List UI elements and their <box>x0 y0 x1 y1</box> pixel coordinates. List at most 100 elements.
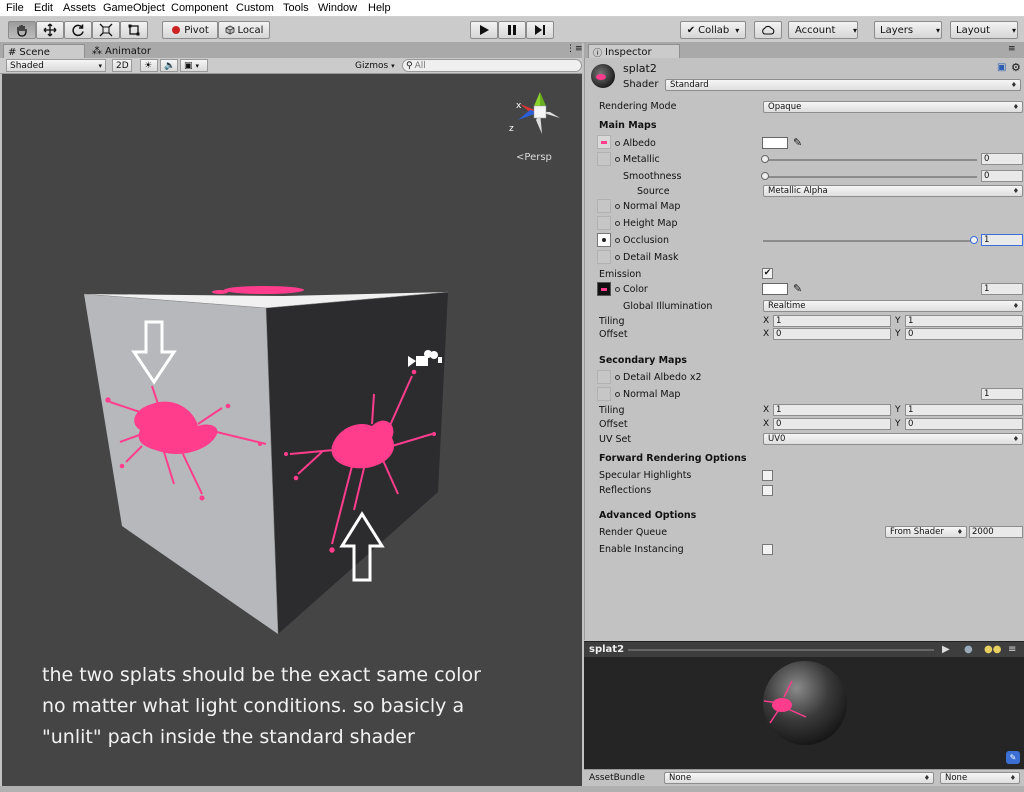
reflections-checkbox[interactable] <box>762 485 773 496</box>
occlusion-slider-track[interactable] <box>763 240 975 242</box>
effects-dropdown[interactable]: ▣ ▾ <box>180 59 208 72</box>
height-map-slot[interactable] <box>597 216 611 230</box>
secondary-normal-map-slot[interactable] <box>597 387 611 401</box>
account-dropdown[interactable]: Account <box>788 21 858 39</box>
texture-picker-icon[interactable] <box>615 157 620 162</box>
metallic-slider-handle[interactable] <box>761 155 769 163</box>
persp-toggle[interactable]: <Persp <box>516 152 552 163</box>
tab-animator[interactable]: ⁂ Animator <box>88 44 168 59</box>
uv-set-dropdown[interactable]: UV0 <box>763 433 1023 445</box>
global-illumination-dropdown[interactable]: Realtime <box>763 300 1023 312</box>
metallic-slider-track[interactable] <box>765 159 977 161</box>
menu-edit[interactable]: Edit <box>34 2 53 14</box>
orientation-gizmo[interactable] <box>518 92 560 134</box>
emission-texture-slot[interactable] <box>597 282 611 296</box>
layers-dropdown[interactable]: Layers <box>874 21 942 39</box>
render-queue-field[interactable]: 2000 <box>969 526 1023 538</box>
hand-tool-button[interactable] <box>8 21 36 39</box>
specular-highlights-checkbox[interactable] <box>762 470 773 481</box>
step-button[interactable] <box>526 21 554 39</box>
scene-viewport[interactable]: x z <Persp the two splats should be the … <box>2 74 582 786</box>
texture-picker-icon[interactable] <box>615 375 620 380</box>
pause-button[interactable] <box>498 21 526 39</box>
local-button[interactable]: Local <box>218 21 270 39</box>
eyedropper-icon[interactable]: ✎ <box>793 136 802 149</box>
metallic-value-field[interactable]: 0 <box>981 153 1023 165</box>
menu-file[interactable]: File <box>6 2 24 14</box>
rendering-mode-dropdown[interactable]: Opaque <box>763 101 1023 113</box>
render-queue-dropdown[interactable]: From Shader <box>885 526 967 538</box>
scene-search-input[interactable]: ⚲ All <box>402 59 582 72</box>
preview-play-icon[interactable]: ▶ <box>942 644 950 655</box>
normal-map-slot[interactable] <box>597 199 611 213</box>
layout-dropdown[interactable]: Layout <box>950 21 1018 39</box>
secondary-offset-y-field[interactable]: 0 <box>905 418 1023 430</box>
texture-picker-icon[interactable] <box>615 287 620 292</box>
menu-assets[interactable]: Assets <box>63 2 96 14</box>
texture-picker-icon[interactable] <box>615 141 620 146</box>
secondary-tiling-x-field[interactable]: 1 <box>773 404 891 416</box>
smoothness-slider-handle[interactable] <box>761 172 769 180</box>
preview-menu-icon[interactable]: ≡ <box>1008 644 1016 655</box>
texture-picker-icon[interactable] <box>615 221 620 226</box>
gear-icon[interactable]: ⚙ <box>1011 61 1021 74</box>
secondary-normal-scale-field[interactable]: 1 <box>981 388 1023 400</box>
texture-picker-icon[interactable] <box>615 255 620 260</box>
texture-picker-icon[interactable] <box>615 204 620 209</box>
scale-tool-button[interactable] <box>92 21 120 39</box>
offset-x-field[interactable]: 0 <box>773 328 891 340</box>
occlusion-texture-slot[interactable] <box>597 233 611 247</box>
cube-object[interactable] <box>83 291 449 635</box>
audio-toggle[interactable]: 🔈 <box>160 59 178 72</box>
2d-toggle[interactable]: 2D <box>112 59 132 72</box>
pivot-button[interactable]: Pivot <box>162 21 218 39</box>
menu-custom[interactable]: Custom <box>236 2 274 14</box>
menu-tools[interactable]: Tools <box>283 2 309 14</box>
preview-light-icon[interactable]: ●● <box>984 644 1001 655</box>
tiling-x-field[interactable]: 1 <box>773 315 891 327</box>
texture-picker-icon[interactable] <box>615 392 620 397</box>
rotate-tool-button[interactable] <box>64 21 92 39</box>
albedo-color-swatch[interactable] <box>762 137 788 149</box>
book-icon[interactable]: ▣ <box>997 62 1006 73</box>
tab-scene[interactable]: # Scene <box>3 44 85 59</box>
enable-instancing-checkbox[interactable] <box>762 544 773 555</box>
preview-sphere-icon[interactable]: ● <box>964 644 973 655</box>
eyedropper-icon[interactable]: ✎ <box>793 282 802 295</box>
tiling-y-field[interactable]: 1 <box>905 315 1023 327</box>
source-dropdown[interactable]: Metallic Alpha <box>763 185 1023 197</box>
detail-albedo-slot[interactable] <box>597 370 611 384</box>
play-button[interactable] <box>470 21 498 39</box>
emission-checkbox[interactable]: ✔ <box>762 268 773 279</box>
menu-window[interactable]: Window <box>318 2 357 14</box>
menu-gameobject[interactable]: GameObject <box>103 2 165 14</box>
menu-help[interactable]: Help <box>368 2 391 14</box>
shading-mode-dropdown[interactable]: Shaded ▾ <box>6 59 106 72</box>
tab-inspector[interactable]: ⓘ Inspector <box>588 44 680 59</box>
collab-button[interactable]: ✔ Collab <box>680 21 746 39</box>
secondary-offset-x-field[interactable]: 0 <box>773 418 891 430</box>
assetbundle-variant-dropdown[interactable]: None <box>940 772 1020 784</box>
material-preview[interactable]: ✎ <box>584 657 1024 769</box>
occlusion-slider-handle[interactable] <box>970 236 978 244</box>
smoothness-value-field[interactable]: 0 <box>981 170 1023 182</box>
albedo-texture-slot[interactable] <box>597 135 611 149</box>
move-tool-button[interactable] <box>36 21 64 39</box>
preview-drag-handle[interactable] <box>628 649 934 651</box>
cloud-button[interactable] <box>754 21 782 39</box>
secondary-tiling-y-field[interactable]: 1 <box>905 404 1023 416</box>
occlusion-value-field[interactable]: 1 <box>981 234 1023 246</box>
gizmos-dropdown[interactable]: Gizmos ▾ <box>352 59 398 72</box>
shader-dropdown[interactable]: Standard <box>665 79 1021 91</box>
smoothness-slider-track[interactable] <box>765 176 977 178</box>
lighting-toggle[interactable]: ☀ <box>140 59 158 72</box>
assetbundle-name-dropdown[interactable]: None <box>664 772 934 784</box>
inspector-menu-icon[interactable]: ≡ <box>1008 44 1016 54</box>
asset-label-icon[interactable]: ✎ <box>1006 751 1020 764</box>
panel-menu-icon[interactable]: ⋮≡ <box>566 44 583 54</box>
emission-color-swatch[interactable] <box>762 283 788 295</box>
detail-mask-slot[interactable] <box>597 250 611 264</box>
offset-y-field[interactable]: 0 <box>905 328 1023 340</box>
menu-component[interactable]: Component <box>171 2 228 14</box>
metallic-texture-slot[interactable] <box>597 152 611 166</box>
